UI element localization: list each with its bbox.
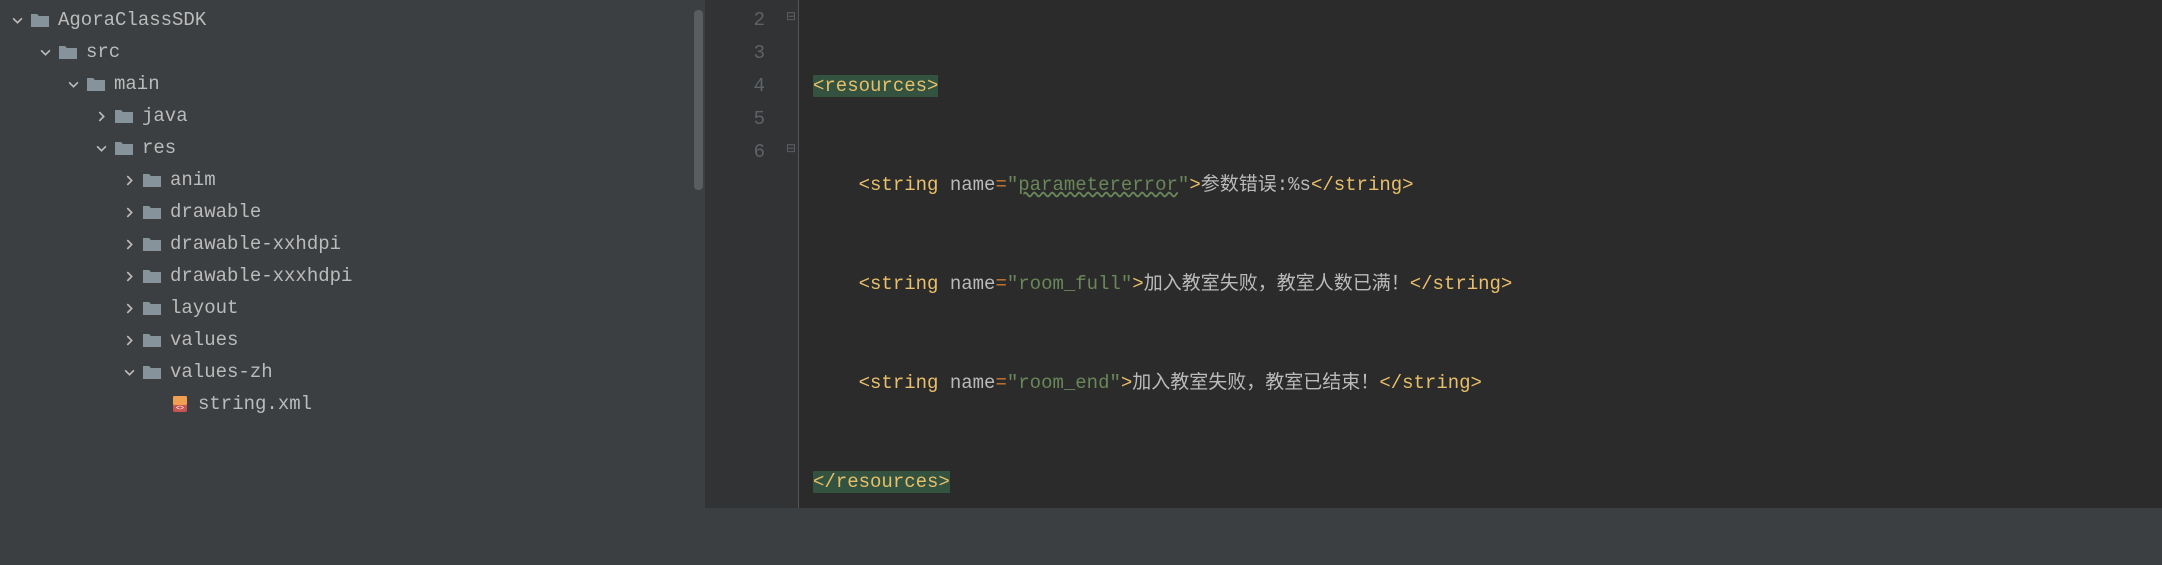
- chevron-right-icon[interactable]: [92, 107, 110, 125]
- folder-icon: [30, 12, 50, 28]
- xml-tag: <resources>: [813, 75, 938, 97]
- tree-folder-item[interactable]: layout: [0, 292, 705, 324]
- tree-item-label: values-zh: [170, 361, 273, 383]
- xml-close-tag: </string>: [1410, 273, 1513, 295]
- xml-text: 加入教室失败，教室人数已满！: [1144, 273, 1410, 295]
- tree-item-label: src: [86, 41, 120, 63]
- tree-item-label: drawable-xxhdpi: [170, 233, 341, 255]
- folder-icon: [142, 300, 162, 316]
- xml-close-tag: </resources>: [813, 471, 950, 493]
- folder-icon: [142, 204, 162, 220]
- xml-tag: <string: [859, 273, 939, 295]
- chevron-right-icon[interactable]: [120, 331, 138, 349]
- code-line[interactable]: <string name="room_full">加入教室失败，教室人数已满！<…: [813, 268, 2162, 301]
- code-line[interactable]: <string name="parametererror">参数错误:%s</s…: [813, 169, 2162, 202]
- tree-item-label: res: [142, 137, 176, 159]
- xml-attr: name: [938, 273, 995, 295]
- line-number: 3: [705, 37, 765, 70]
- tree-folder-item[interactable]: main: [0, 68, 705, 100]
- folder-icon: [114, 108, 134, 124]
- tree-folder-item[interactable]: src: [0, 36, 705, 68]
- tree-folder-item[interactable]: values: [0, 324, 705, 356]
- xml-text: 参数错误:%s: [1201, 174, 1311, 196]
- xml-tag: <string: [859, 174, 939, 196]
- xml-text: 加入教室失败，教室已结束！: [1132, 372, 1379, 394]
- folder-icon: [86, 76, 106, 92]
- tree-folder-item[interactable]: AgoraClassSDK: [0, 4, 705, 36]
- gutter-fold-region[interactable]: ⊟ ⊟: [783, 0, 799, 508]
- chevron-down-icon[interactable]: [92, 139, 110, 157]
- chevron-none: [148, 395, 166, 413]
- sidebar-scrollbar[interactable]: [694, 0, 703, 508]
- fold-close-icon[interactable]: ⊟: [785, 142, 797, 154]
- folder-icon: [142, 332, 162, 348]
- tree-folder-item[interactable]: drawable: [0, 196, 705, 228]
- xml-attr-value: room_end: [1018, 372, 1109, 394]
- tree-folder-item[interactable]: java: [0, 100, 705, 132]
- folder-icon: [142, 172, 162, 188]
- chevron-right-icon[interactable]: [120, 299, 138, 317]
- tree-file-item[interactable]: <> string.xml: [0, 388, 705, 420]
- tree-item-label: drawable: [170, 201, 261, 223]
- code-content[interactable]: <resources> <string name="parametererror…: [799, 0, 2162, 508]
- folder-icon: [142, 236, 162, 252]
- folder-icon: [58, 44, 78, 60]
- tree-item-label: java: [142, 105, 188, 127]
- chevron-down-icon[interactable]: [64, 75, 82, 93]
- line-number-gutter: 2 3 4 5 6: [705, 0, 783, 508]
- project-tree-sidebar[interactable]: AgoraClassSDK src main java res anim drawable d…: [0, 0, 705, 508]
- code-editor[interactable]: 2 3 4 5 6 ⊟ ⊟ <resources> <string name="…: [705, 0, 2162, 508]
- xml-attr-value: parametererror: [1018, 174, 1178, 196]
- chevron-right-icon[interactable]: [120, 235, 138, 253]
- chevron-right-icon[interactable]: [120, 267, 138, 285]
- tree-item-label: drawable-xxxhdpi: [170, 265, 352, 287]
- folder-icon: [142, 364, 162, 380]
- code-line[interactable]: <resources>: [813, 70, 2162, 103]
- svg-text:<>: <>: [176, 405, 184, 412]
- xml-attr-value: room_full: [1018, 273, 1121, 295]
- xml-attr: name: [938, 372, 995, 394]
- line-number: 2: [705, 4, 765, 37]
- line-number: 6: [705, 136, 765, 169]
- folder-icon: [114, 140, 134, 156]
- chevron-down-icon[interactable]: [8, 11, 26, 29]
- chevron-right-icon[interactable]: [120, 203, 138, 221]
- tree-folder-item[interactable]: drawable-xxxhdpi: [0, 260, 705, 292]
- xml-attr: name: [938, 174, 995, 196]
- code-line[interactable]: </resources>: [813, 466, 2162, 499]
- xml-close-tag: </string>: [1379, 372, 1482, 394]
- tree-folder-item[interactable]: anim: [0, 164, 705, 196]
- tree-item-label: string.xml: [198, 393, 312, 415]
- tree-folder-item[interactable]: drawable-xxhdpi: [0, 228, 705, 260]
- xml-close-tag: </string>: [1311, 174, 1414, 196]
- tree-item-label: values: [170, 329, 238, 351]
- xml-file-icon: <>: [170, 395, 190, 413]
- tree-item-label: anim: [170, 169, 216, 191]
- line-number: 4: [705, 70, 765, 103]
- tree-folder-item[interactable]: res: [0, 132, 705, 164]
- tree-item-label: main: [114, 73, 160, 95]
- chevron-down-icon[interactable]: [120, 363, 138, 381]
- sidebar-scrollbar-thumb[interactable]: [694, 10, 703, 190]
- tree-item-label: layout: [170, 297, 238, 319]
- line-number: 5: [705, 103, 765, 136]
- code-line[interactable]: <string name="room_end">加入教室失败，教室已结束！</s…: [813, 367, 2162, 400]
- chevron-right-icon[interactable]: [120, 171, 138, 189]
- fold-open-icon[interactable]: ⊟: [785, 10, 797, 22]
- xml-tag: <string: [859, 372, 939, 394]
- chevron-down-icon[interactable]: [36, 43, 54, 61]
- tree-folder-item[interactable]: values-zh: [0, 356, 705, 388]
- folder-icon: [142, 268, 162, 284]
- tree-item-label: AgoraClassSDK: [58, 9, 206, 31]
